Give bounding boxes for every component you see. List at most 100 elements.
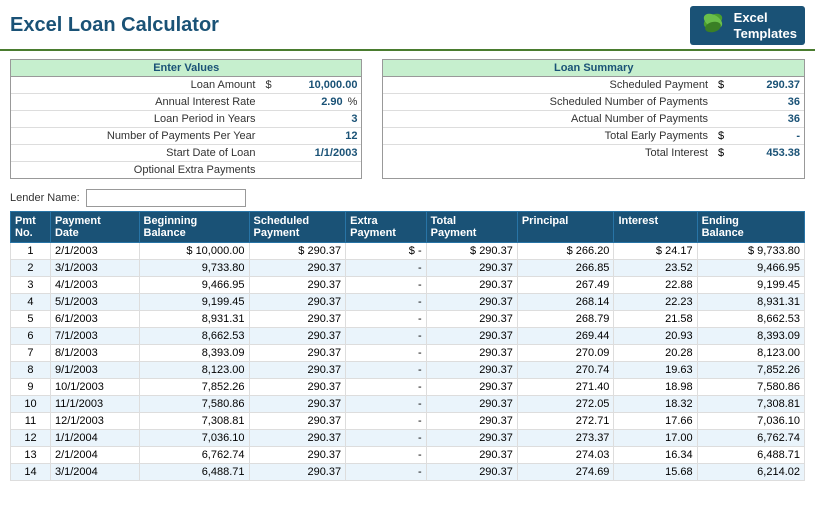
scheduled-num-label: Scheduled Number of Payments	[383, 94, 714, 110]
cell-principal: 273.37	[517, 430, 614, 447]
cell-payment_date: 10/1/2003	[50, 379, 139, 396]
cell-extra: -	[346, 294, 427, 311]
total-interest-label: Total Interest	[383, 145, 714, 161]
col-pmt-no: PmtNo.	[11, 212, 51, 243]
cell-pmt_no: 10	[11, 396, 51, 413]
cell-total: $ 290.37	[426, 243, 517, 260]
cell-interest: 18.32	[614, 396, 697, 413]
cell-total: 290.37	[426, 260, 517, 277]
cell-interest: $ 24.17	[614, 243, 697, 260]
cell-interest: 15.68	[614, 464, 697, 481]
col-payment-date: PaymentDate	[50, 212, 139, 243]
cell-extra: -	[346, 447, 427, 464]
cell-pmt_no: 5	[11, 311, 51, 328]
cell-extra: -	[346, 345, 427, 362]
cell-beg_balance: 6,762.74	[139, 447, 249, 464]
cell-total: 290.37	[426, 362, 517, 379]
col-beg-balance: BeginningBalance	[139, 212, 249, 243]
cell-interest: 17.00	[614, 430, 697, 447]
col-total: TotalPayment	[426, 212, 517, 243]
cell-scheduled: 290.37	[249, 345, 346, 362]
app-title: Excel Loan Calculator	[10, 14, 219, 37]
cell-payment_date: 8/1/2003	[50, 345, 139, 362]
num-payments-label: Number of Payments Per Year	[11, 128, 261, 144]
loan-period-label: Loan Period in Years	[11, 111, 261, 127]
cell-ending: $ 9,733.80	[697, 243, 804, 260]
table-row: 78/1/20038,393.09290.37-290.37270.0920.2…	[11, 345, 805, 362]
num-payments-value: 12	[261, 128, 361, 144]
cell-ending: 8,662.53	[697, 311, 804, 328]
cell-scheduled: 290.37	[249, 447, 346, 464]
cell-interest: 18.98	[614, 379, 697, 396]
cell-total: 290.37	[426, 430, 517, 447]
cell-payment_date: 9/1/2003	[50, 362, 139, 379]
cell-payment_date: 7/1/2003	[50, 328, 139, 345]
loan-amount-row: Loan Amount $ 10,000.00	[11, 77, 361, 94]
cell-payment_date: 2/1/2004	[50, 447, 139, 464]
cell-pmt_no: 2	[11, 260, 51, 277]
table-body: 12/1/2003$ 10,000.00$ 290.37$ -$ 290.37$…	[11, 243, 805, 481]
cell-pmt_no: 4	[11, 294, 51, 311]
cell-ending: 7,308.81	[697, 396, 804, 413]
table-row: 67/1/20038,662.53290.37-290.37269.4420.9…	[11, 328, 805, 345]
cell-scheduled: $ 290.37	[249, 243, 346, 260]
loan-summary-header: Loan Summary	[383, 60, 804, 77]
cell-pmt_no: 13	[11, 447, 51, 464]
extra-payments-value	[261, 168, 361, 172]
cell-ending: 9,466.95	[697, 260, 804, 277]
cell-beg_balance: $ 10,000.00	[139, 243, 249, 260]
col-scheduled: ScheduledPayment	[249, 212, 346, 243]
cell-ending: 8,393.09	[697, 328, 804, 345]
table-row: 132/1/20046,762.74290.37-290.37274.0316.…	[11, 447, 805, 464]
cell-pmt_no: 11	[11, 413, 51, 430]
cell-payment_date: 3/1/2003	[50, 260, 139, 277]
cell-payment_date: 4/1/2003	[50, 277, 139, 294]
lender-label: Lender Name:	[10, 192, 80, 204]
cell-payment_date: 12/1/2003	[50, 413, 139, 430]
cell-total: 290.37	[426, 294, 517, 311]
logo-text: Excel Templates	[734, 10, 797, 41]
cell-ending: 8,123.00	[697, 345, 804, 362]
enter-values-section: Enter Values Loan Amount $ 10,000.00 Ann…	[10, 59, 362, 179]
cell-total: 290.37	[426, 379, 517, 396]
cell-ending: 8,931.31	[697, 294, 804, 311]
cell-extra: -	[346, 379, 427, 396]
cell-interest: 21.58	[614, 311, 697, 328]
cell-principal: 269.44	[517, 328, 614, 345]
cell-beg_balance: 6,488.71	[139, 464, 249, 481]
extra-payments-row: Optional Extra Payments	[11, 162, 361, 178]
cell-extra: -	[346, 396, 427, 413]
cell-scheduled: 290.37	[249, 311, 346, 328]
cell-principal: 270.74	[517, 362, 614, 379]
cell-total: 290.37	[426, 277, 517, 294]
scheduled-payment-row: Scheduled Payment $ 290.37	[383, 77, 804, 94]
cell-total: 290.37	[426, 464, 517, 481]
cell-interest: 20.93	[614, 328, 697, 345]
lender-area: Lender Name:	[0, 183, 815, 211]
cell-principal: $ 266.20	[517, 243, 614, 260]
total-interest-value: $ 453.38	[714, 145, 804, 161]
start-date-label: Start Date of Loan	[11, 145, 261, 161]
scheduled-payment-value: $ 290.37	[714, 77, 804, 93]
loan-period-value: 3	[261, 111, 361, 127]
total-early-label: Total Early Payments	[383, 128, 714, 144]
cell-scheduled: 290.37	[249, 464, 346, 481]
cell-beg_balance: 9,466.95	[139, 277, 249, 294]
cell-scheduled: 290.37	[249, 328, 346, 345]
payment-table: PmtNo. PaymentDate BeginningBalance Sche…	[10, 211, 805, 481]
logo-area: Excel Templates	[690, 6, 805, 45]
total-interest-row: Total Interest $ 453.38	[383, 145, 804, 161]
table-row: 89/1/20038,123.00290.37-290.37270.7419.6…	[11, 362, 805, 379]
total-early-row: Total Early Payments $ -	[383, 128, 804, 145]
cell-scheduled: 290.37	[249, 277, 346, 294]
cell-principal: 266.85	[517, 260, 614, 277]
cell-interest: 22.88	[614, 277, 697, 294]
cell-pmt_no: 1	[11, 243, 51, 260]
logo-line2: Templates	[734, 26, 797, 42]
cell-payment_date: 2/1/2003	[50, 243, 139, 260]
lender-input[interactable]	[86, 189, 246, 207]
cell-total: 290.37	[426, 328, 517, 345]
cell-principal: 268.79	[517, 311, 614, 328]
start-date-row: Start Date of Loan 1/1/2003	[11, 145, 361, 162]
table-row: 910/1/20037,852.26290.37-290.37271.4018.…	[11, 379, 805, 396]
